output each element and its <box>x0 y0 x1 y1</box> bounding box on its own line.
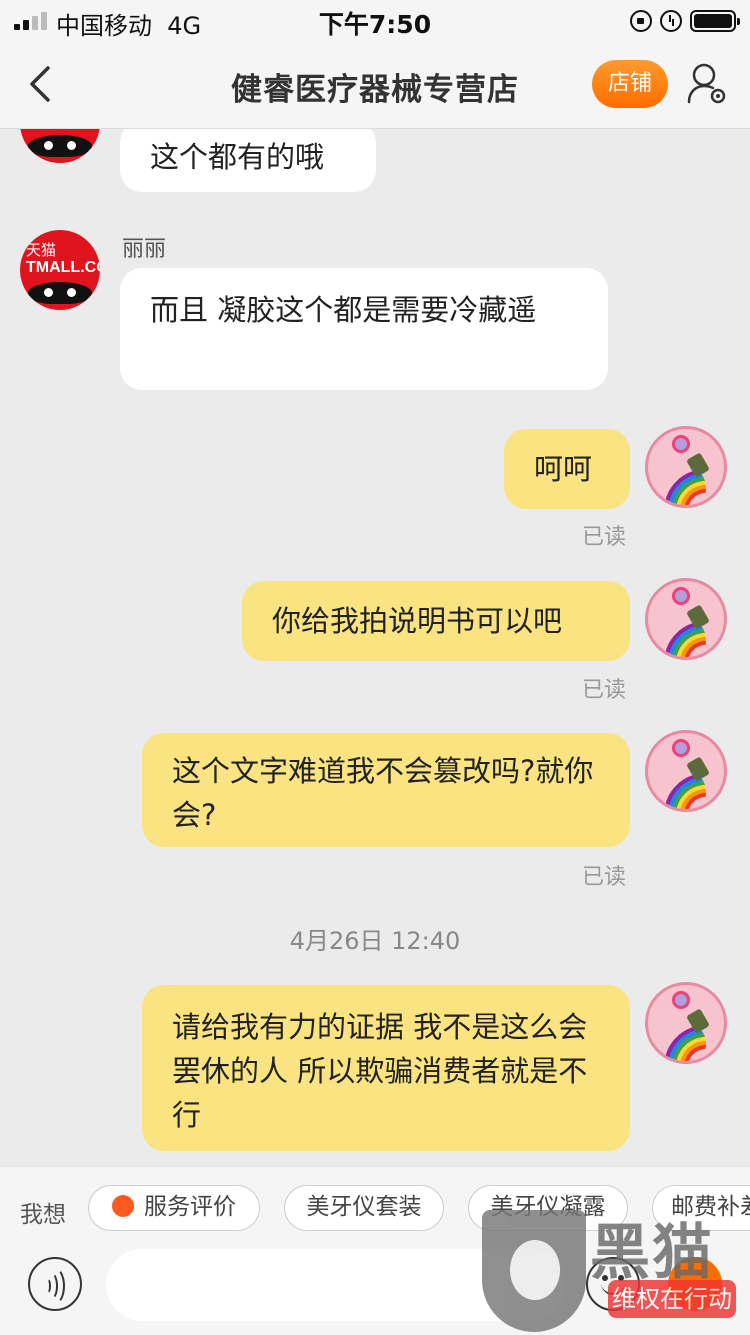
quick-reply-chip[interactable]: 服务评价 <box>88 1185 260 1231</box>
watermark-tag: 维权在行动 <box>608 1280 736 1318</box>
quick-reply-label: 我想 <box>20 1202 66 1228</box>
user-avatar[interactable] <box>645 982 727 1064</box>
message-bubble[interactable]: 你给我拍说明书可以吧 <box>242 581 630 661</box>
read-status: 已读 <box>582 678 627 703</box>
message-bubble[interactable]: 这个都有的哦 <box>120 129 376 192</box>
black-cat-logo-icon <box>482 1210 586 1332</box>
alarm-icon <box>660 10 682 32</box>
message-bubble[interactable]: 而且 凝胶这个都是需要冷藏遥 <box>120 268 608 390</box>
message-bubble[interactable]: 这个文字难道我不会篡改吗?就你会? <box>142 733 630 847</box>
shop-avatar[interactable] <box>20 129 100 163</box>
voice-icon[interactable] <box>28 1257 82 1311</box>
message-bubble[interactable]: 请给我有力的证据 我不是这么会罢休的人 所以欺骗消费者就是不行 <box>142 985 630 1151</box>
message-bubble[interactable]: 呵呵 <box>504 429 630 509</box>
service-rating-icon <box>112 1194 134 1217</box>
read-status: 已读 <box>582 865 627 890</box>
shop-button[interactable]: 店铺 <box>592 60 668 108</box>
user-avatar[interactable] <box>645 578 727 660</box>
watermark: 黑猫 维权在行动 <box>478 1200 750 1334</box>
sender-name: 丽丽 <box>122 237 167 262</box>
chat-timestamp: 4月26日 12:40 <box>289 927 461 955</box>
user-avatar[interactable] <box>645 426 727 508</box>
quick-reply-chip[interactable]: 美牙仪套装 <box>284 1185 444 1231</box>
user-settings-icon[interactable] <box>686 62 728 106</box>
read-status: 已读 <box>582 525 627 550</box>
status-bar: 中国移动 4G 下午7:50 <box>0 0 750 40</box>
nav-bar: 健睿医疗器械专营店 店铺 <box>0 40 750 129</box>
battery-icon <box>690 10 740 32</box>
watermark-logo-text: 黑猫 <box>590 1218 714 1288</box>
user-avatar[interactable] <box>645 730 727 812</box>
shop-avatar[interactable]: 天猫TMALL.COM <box>20 230 100 310</box>
chat-area[interactable]: 这个都有的哦 天猫TMALL.COM 丽丽 而且 凝胶这个都是需要冷藏遥 呵呵 … <box>0 129 750 1166</box>
rotation-lock-icon <box>630 10 652 32</box>
